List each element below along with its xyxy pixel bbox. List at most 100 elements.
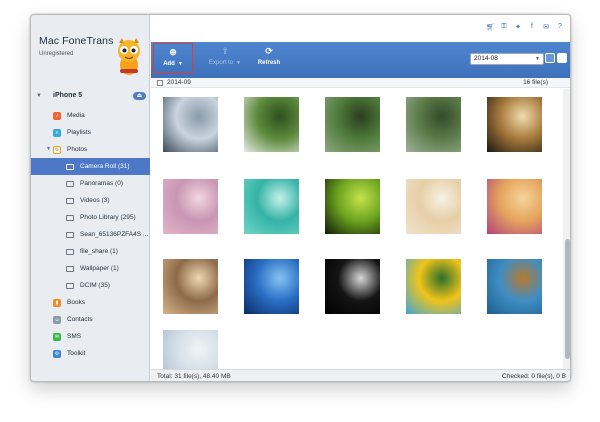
sidebar-item-label: Media	[67, 112, 85, 119]
sidebar-item-videos[interactable]: Videos (3)	[31, 192, 150, 209]
album-folder-icon	[66, 214, 74, 221]
refresh-button-label: Refresh	[257, 60, 281, 66]
list-view-icon[interactable]	[545, 53, 555, 63]
sidebar-nav: ♪ Media ≡ Playlists ▼ ✿ Photos Camera Ro…	[31, 107, 150, 362]
sidebar: Mac FoneTrans Unregistered ▼ iPhone 5 ⏏ …	[31, 15, 150, 381]
photo-blue-drops[interactable]	[487, 259, 542, 314]
sidebar-item-media[interactable]: ♪ Media	[31, 107, 150, 124]
contacts-icon: ☺	[53, 315, 61, 324]
grid-view-icon[interactable]	[557, 53, 567, 63]
scrollbar[interactable]	[563, 89, 570, 369]
app-name: Mac FoneTrans	[39, 35, 114, 47]
sidebar-item-label: Books	[67, 299, 86, 306]
photo-pink-bokeh[interactable]	[163, 179, 218, 234]
sidebar-item-camera-roll[interactable]: Camera Roll (31)	[31, 158, 150, 175]
album-folder-icon	[66, 248, 74, 255]
photo-beach[interactable]	[163, 259, 218, 314]
album-folder-icon	[66, 231, 74, 238]
chevron-down-icon: ▼	[535, 56, 540, 62]
app-window: Mac FoneTrans Unregistered ▼ iPhone 5 ⏏ …	[30, 14, 571, 382]
album-folder-icon	[66, 197, 74, 204]
photo-hand-sun[interactable]	[487, 97, 542, 152]
photo-swing[interactable]	[487, 179, 542, 234]
top-icons: 🛒︎ ⚿ ✦ f ✉ ?	[486, 23, 564, 31]
disclosure-down-icon[interactable]: ▼	[46, 146, 51, 152]
registration-status: Unregistered	[39, 51, 74, 57]
album-folder-icon	[66, 265, 74, 272]
sidebar-item-panoramas[interactable]: Panoramas (0)	[31, 175, 150, 192]
photo-room-bright[interactable]	[406, 179, 461, 234]
sidebar-item-wallpaper[interactable]: Wallpaper (1)	[31, 260, 150, 277]
sidebar-item-label: Contacts	[67, 316, 93, 323]
sidebar-item-books[interactable]: ▮ Books	[31, 294, 150, 311]
group-header: 2014-09 16 file(s)	[151, 78, 570, 88]
help-icon[interactable]: ?	[556, 23, 564, 31]
mascot-logo	[118, 38, 140, 75]
sidebar-item-toolkit[interactable]: ⚙ Toolkit	[31, 345, 150, 362]
eject-icon[interactable]: ⏏	[133, 92, 146, 100]
add-button-label: Add	[163, 61, 175, 67]
sidebar-item-file-share[interactable]: file_share (1)	[31, 243, 150, 260]
plus-icon: ⊕	[169, 47, 177, 57]
photo-leaves-light[interactable]	[325, 97, 380, 152]
photo-dark-hand[interactable]	[325, 259, 380, 314]
photo-sunflower[interactable]	[406, 259, 461, 314]
sidebar-item-label: SMS	[67, 333, 82, 340]
key-icon[interactable]: ⚿	[500, 23, 508, 31]
chevron-down-icon[interactable]: ▼	[178, 61, 183, 67]
flower-icon: ✿	[53, 145, 61, 154]
photo-teal-sprout[interactable]	[244, 179, 299, 234]
app-brand: Mac FoneTrans Unregistered	[39, 35, 113, 57]
toolbox-icon: ⚙	[53, 349, 61, 358]
sidebar-item-label: Photo Library (295)	[80, 214, 136, 221]
photo-screen[interactable]	[163, 97, 218, 152]
title-strip: 🛒︎ ⚿ ✦ f ✉ ?	[151, 15, 570, 42]
export-button[interactable]: ⇪ Export to ▼	[201, 46, 249, 74]
photo-plant[interactable]	[244, 97, 299, 152]
cart-icon[interactable]: 🛒︎	[486, 23, 495, 31]
toolbar: ⊕ Add ▼ ⇪ Export to ▼ ⟳ Refresh 2014-08 ▼	[151, 42, 570, 78]
sidebar-item-label: Playlists	[67, 129, 91, 136]
feedback-icon[interactable]: ✉	[542, 23, 550, 31]
refresh-icon: ⟳	[265, 46, 273, 56]
album-folder-icon	[66, 180, 74, 187]
sidebar-item-photo-library[interactable]: Photo Library (295)	[31, 209, 150, 226]
group-file-count: 16 file(s)	[523, 79, 548, 86]
photo-moon[interactable]	[244, 259, 299, 314]
sidebar-item-label: Photos	[67, 146, 88, 153]
sidebar-item-label: Toolkit	[67, 350, 86, 357]
music-icon: ♪	[53, 111, 61, 120]
photo-leaves-dark[interactable]	[406, 97, 461, 152]
date-select-value: 2014-08	[474, 55, 498, 62]
sidebar-item-sean-album[interactable]: Sean_65136PZFA4S ...	[31, 226, 150, 243]
photo-green-leaves[interactable]	[325, 179, 380, 234]
status-checked: Checked: 0 file(s), 0 B	[502, 373, 566, 380]
group-checkbox[interactable]	[157, 80, 163, 86]
album-folder-icon	[66, 163, 74, 170]
sidebar-item-label: Wallpaper (1)	[80, 265, 119, 272]
sidebar-item-label: DCIM (35)	[80, 282, 110, 289]
sidebar-item-playlists[interactable]: ≡ Playlists	[31, 124, 150, 141]
refresh-button[interactable]: ⟳ Refresh	[247, 46, 291, 74]
twitter-icon[interactable]: ✦	[514, 23, 522, 31]
sidebar-item-photos[interactable]: ▼ ✿ Photos	[31, 141, 150, 158]
disclosure-down-icon[interactable]: ▼	[36, 93, 42, 99]
scrollbar-thumb[interactable]	[565, 239, 570, 359]
export-button-label: Export to	[209, 60, 234, 66]
photo-grid	[151, 89, 561, 381]
chevron-down-icon[interactable]: ▼	[236, 60, 241, 66]
sidebar-item-contacts[interactable]: ☺ Contacts	[31, 311, 150, 328]
status-total: Total: 31 file(s), 48.40 MB	[157, 373, 231, 380]
book-icon: ▮	[53, 298, 61, 307]
playlist-icon: ≡	[53, 128, 61, 137]
facebook-icon[interactable]: f	[528, 23, 536, 31]
date-select[interactable]: 2014-08 ▼	[470, 53, 544, 65]
device-row-iphone[interactable]: ▼ iPhone 5 ⏏	[31, 90, 150, 104]
device-name: iPhone 5	[53, 92, 83, 99]
sidebar-item-sms[interactable]: ✉ SMS	[31, 328, 150, 345]
sidebar-item-label: Sean_65136PZFA4S ...	[80, 231, 149, 238]
sidebar-item-dcim[interactable]: DCIM (35)	[31, 277, 150, 294]
add-button[interactable]: ⊕ Add ▼	[153, 43, 193, 73]
sidebar-item-label: Panoramas (0)	[80, 180, 123, 187]
status-bar: Total: 31 file(s), 48.40 MB Checked: 0 f…	[151, 369, 570, 381]
